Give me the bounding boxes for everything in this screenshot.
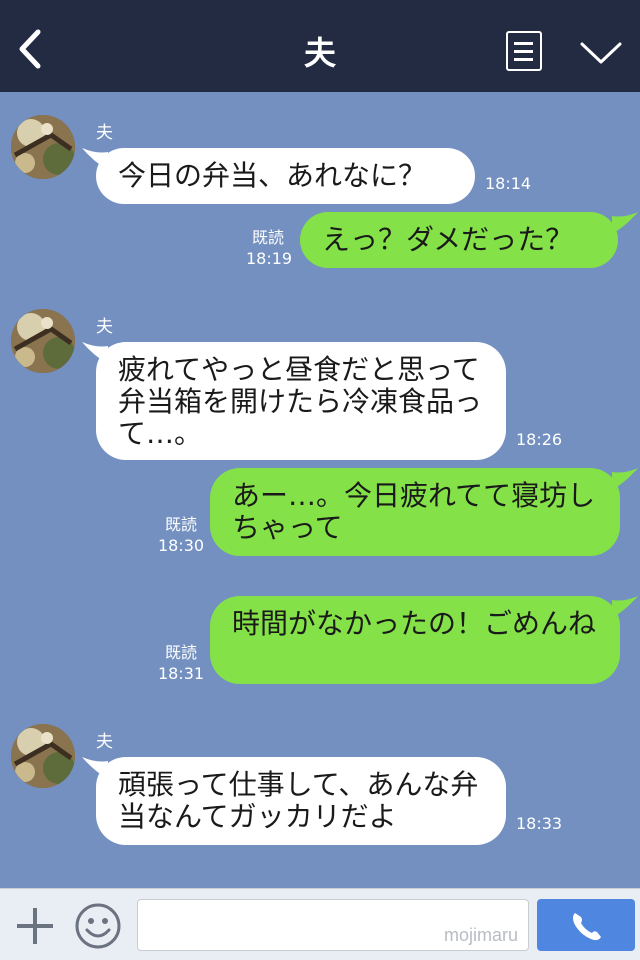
plus-icon: [17, 908, 53, 944]
message-bubble-outgoing[interactable]: えっ？ダメだった？: [300, 212, 618, 268]
add-button[interactable]: [14, 905, 56, 947]
read-receipt: 既読 18:19: [246, 228, 293, 268]
chat-area[interactable]: 夫 今日の弁当、あれなに？ 18:14 既読 18:19 えっ？ダメだった？ 夫…: [0, 92, 640, 888]
chat-title: 夫: [303, 34, 336, 72]
message-time: 18:33: [516, 814, 563, 833]
notes-button[interactable]: [506, 31, 542, 71]
input-bar: mojimaru: [0, 888, 640, 960]
message-bubble-incoming[interactable]: 疲れてやっと昼食だと思って弁当箱を開けたら冷凍食品って…。: [96, 342, 506, 460]
bubble-tail: [612, 212, 638, 234]
sender-name: 夫: [96, 123, 113, 143]
message-bubble-incoming[interactable]: 頑張って仕事して、あんな弁当なんてガッカリだよ: [96, 757, 506, 845]
bubble-tail: [612, 468, 638, 490]
message-bubble-outgoing[interactable]: あー…。今日疲れてて寝坊しちゃって: [210, 468, 620, 556]
phone-icon: [573, 913, 601, 941]
avatar[interactable]: [11, 309, 75, 373]
read-receipt: 既読 18:31: [157, 643, 205, 683]
message-bubble-outgoing[interactable]: 時間がなかったの！ごめんね: [210, 596, 620, 684]
sender-name: 夫: [96, 317, 113, 337]
sticker-button[interactable]: [74, 902, 122, 950]
watermark: mojimaru: [443, 925, 518, 945]
read-receipt: 既読 18:30: [157, 515, 205, 555]
sender-name: 夫: [96, 732, 113, 752]
bubble-tail: [612, 596, 638, 618]
message-bubble-incoming[interactable]: 今日の弁当、あれなに？: [96, 148, 475, 204]
smile-icon: [75, 903, 121, 949]
menu-button[interactable]: [578, 36, 624, 70]
message-time: 18:26: [516, 430, 563, 449]
call-button[interactable]: [537, 899, 635, 951]
avatar[interactable]: [11, 115, 75, 179]
chevron-down-icon: [580, 42, 622, 64]
message-time: 18:14: [485, 174, 532, 193]
message-input[interactable]: mojimaru: [137, 899, 529, 951]
chat-header: 夫: [0, 0, 640, 92]
avatar[interactable]: [11, 724, 75, 788]
